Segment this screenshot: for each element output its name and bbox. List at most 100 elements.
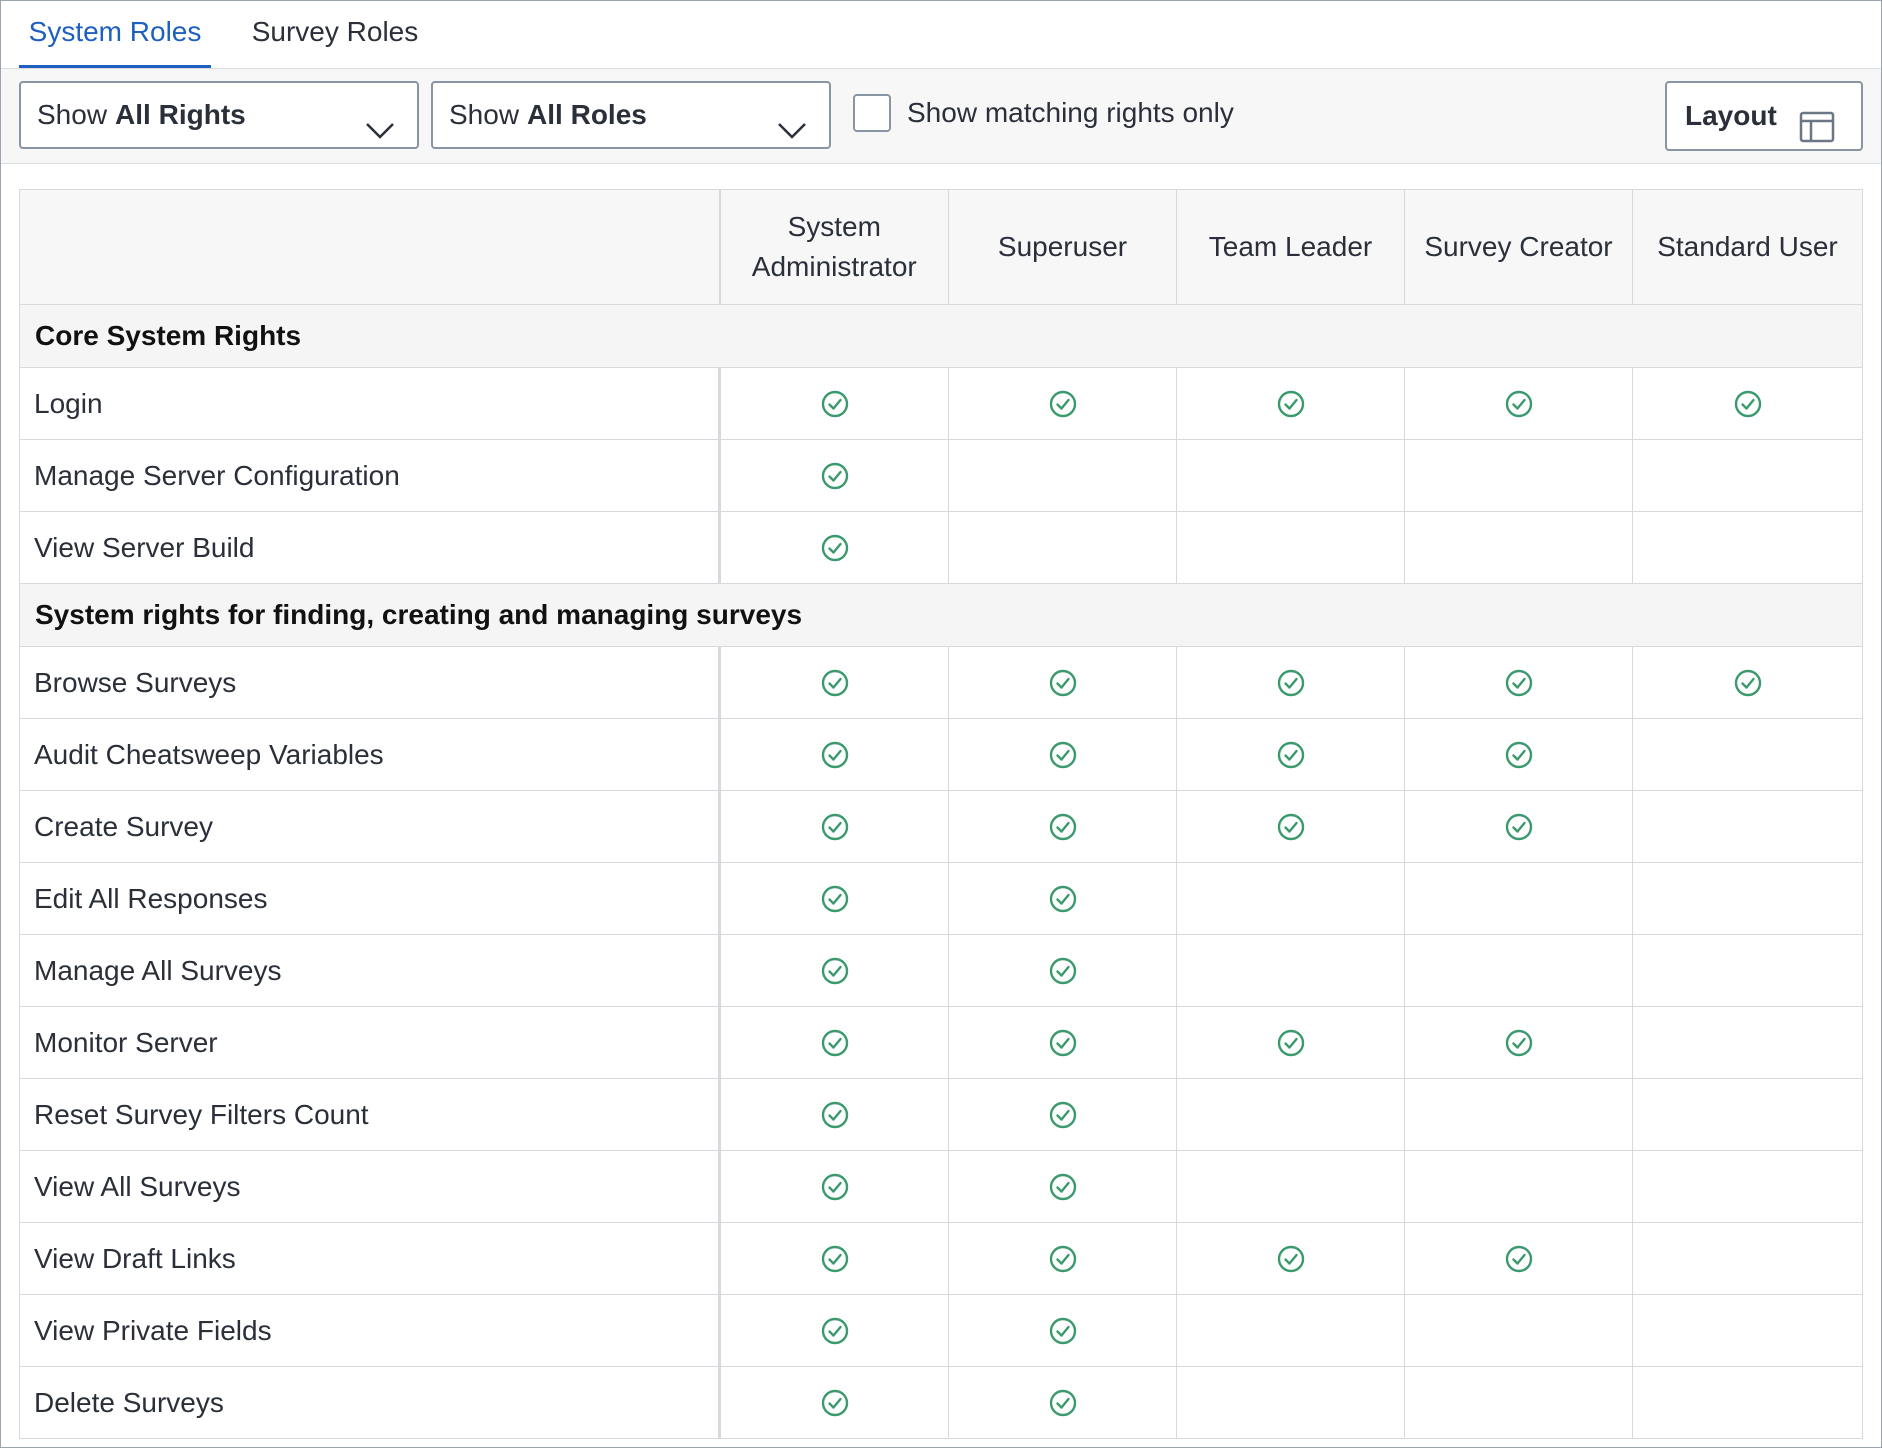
grant-cell-teamlead — [1176, 718, 1405, 791]
check-circle-icon — [1276, 1245, 1306, 1272]
check-circle-icon — [1276, 1029, 1306, 1056]
right-name: Manage All Surveys — [19, 934, 721, 1007]
right-name: View Draft Links — [19, 1222, 721, 1295]
section-title: Core System Rights — [19, 304, 1863, 368]
tab-survey-roles[interactable]: Survey Roles — [245, 1, 425, 65]
grant-cell-creator — [1404, 790, 1633, 863]
rights-filter-value: All Rights — [115, 99, 246, 130]
grant-cell-creator — [1404, 439, 1633, 512]
grant-cell-superuser — [948, 646, 1177, 719]
roles-filter-dropdown[interactable]: Show All Roles — [431, 81, 831, 149]
grant-cell-creator — [1404, 646, 1633, 719]
rights-filter-prefix: Show — [37, 99, 108, 130]
grant-cell-standard — [1632, 718, 1863, 791]
table-row: View Draft Links — [19, 1222, 1863, 1295]
table-row: View Private Fields — [19, 1294, 1863, 1367]
table-row: Reset Survey Filters Count — [19, 1078, 1863, 1151]
layout-icon — [1799, 101, 1835, 167]
grant-cell-creator — [1404, 1222, 1633, 1295]
table-row: Monitor Server — [19, 1006, 1863, 1079]
grant-cell-teamlead — [1176, 862, 1405, 935]
grant-cell-superuser — [948, 1294, 1177, 1367]
table-row: Delete Surveys — [19, 1366, 1863, 1439]
check-circle-icon — [1504, 813, 1534, 840]
rights-filter-dropdown[interactable]: Show All Rights — [19, 81, 419, 149]
roles-panel: System Roles Survey Roles Show All Rights… — [0, 0, 1882, 1448]
grant-cell-superuser — [948, 718, 1177, 791]
section-header-row: System rights for finding, creating and … — [19, 583, 1863, 647]
check-circle-icon — [820, 1101, 850, 1128]
check-circle-icon — [1733, 669, 1763, 696]
table-row: View All Surveys — [19, 1150, 1863, 1223]
grant-cell-sysadmin — [719, 646, 949, 719]
grant-cell-teamlead — [1176, 439, 1405, 512]
right-name: View Server Build — [19, 511, 721, 584]
check-circle-icon — [1048, 1029, 1078, 1056]
grant-cell-superuser — [948, 790, 1177, 863]
right-name: Monitor Server — [19, 1006, 721, 1079]
right-name: Create Survey — [19, 790, 721, 863]
matching-rights-checkbox[interactable] — [853, 94, 891, 132]
grant-cell-sysadmin — [719, 1006, 949, 1079]
check-circle-icon — [1048, 813, 1078, 840]
section-header-row: Core System Rights — [19, 304, 1863, 368]
grant-cell-creator — [1404, 718, 1633, 791]
check-circle-icon — [1048, 1173, 1078, 1200]
check-circle-icon — [1048, 1317, 1078, 1344]
grant-cell-sysadmin — [719, 1366, 949, 1439]
check-circle-icon — [820, 1245, 850, 1272]
check-circle-icon — [820, 957, 850, 984]
check-circle-icon — [1276, 813, 1306, 840]
tab-system-roles[interactable]: System Roles — [19, 1, 211, 68]
layout-button[interactable]: Layout — [1665, 81, 1863, 151]
grant-cell-superuser — [948, 367, 1177, 440]
grant-cell-superuser — [948, 439, 1177, 512]
grant-cell-standard — [1632, 1222, 1863, 1295]
grant-cell-superuser — [948, 1078, 1177, 1151]
grant-cell-standard — [1632, 439, 1863, 512]
check-circle-icon — [820, 1173, 850, 1200]
grant-cell-sysadmin — [719, 718, 949, 791]
check-circle-icon — [1048, 741, 1078, 768]
grant-cell-sysadmin — [719, 1078, 949, 1151]
grant-cell-superuser — [948, 1150, 1177, 1223]
check-circle-icon — [820, 462, 850, 489]
grant-cell-teamlead — [1176, 1006, 1405, 1079]
grant-cell-standard — [1632, 1366, 1863, 1439]
grant-cell-sysadmin — [719, 1294, 949, 1367]
grant-cell-creator — [1404, 367, 1633, 440]
right-name: Edit All Responses — [19, 862, 721, 935]
grant-cell-superuser — [948, 511, 1177, 584]
grant-cell-sysadmin — [719, 439, 949, 512]
grant-cell-standard — [1632, 511, 1863, 584]
right-name: Delete Surveys — [19, 1366, 721, 1439]
grant-cell-teamlead — [1176, 367, 1405, 440]
section-title: System rights for finding, creating and … — [19, 583, 1863, 647]
grant-cell-sysadmin — [719, 511, 949, 584]
grant-cell-creator — [1404, 862, 1633, 935]
grant-cell-creator — [1404, 1078, 1633, 1151]
grant-cell-standard — [1632, 646, 1863, 719]
column-header-superuser: Superuser — [948, 189, 1177, 305]
check-circle-icon — [1048, 957, 1078, 984]
column-header-team-leader: Team Leader — [1176, 189, 1405, 305]
rights-matrix-table: System Administrator Superuser Team Leade… — [19, 189, 1863, 1439]
grant-cell-teamlead — [1176, 646, 1405, 719]
grant-cell-superuser — [948, 934, 1177, 1007]
table-row: Browse Surveys — [19, 646, 1863, 719]
table-row: Create Survey — [19, 790, 1863, 863]
grant-cell-sysadmin — [719, 1150, 949, 1223]
grant-cell-creator — [1404, 934, 1633, 1007]
check-circle-icon — [820, 390, 850, 417]
check-circle-icon — [1048, 390, 1078, 417]
grant-cell-sysadmin — [719, 934, 949, 1007]
check-circle-icon — [1504, 669, 1534, 696]
right-name: Manage Server Configuration — [19, 439, 721, 512]
check-circle-icon — [1276, 741, 1306, 768]
grant-cell-standard — [1632, 790, 1863, 863]
grant-cell-standard — [1632, 1150, 1863, 1223]
table-row: Edit All Responses — [19, 862, 1863, 935]
column-header-standard-user: Standard User — [1632, 189, 1863, 305]
grant-cell-superuser — [948, 1366, 1177, 1439]
grant-cell-standard — [1632, 862, 1863, 935]
